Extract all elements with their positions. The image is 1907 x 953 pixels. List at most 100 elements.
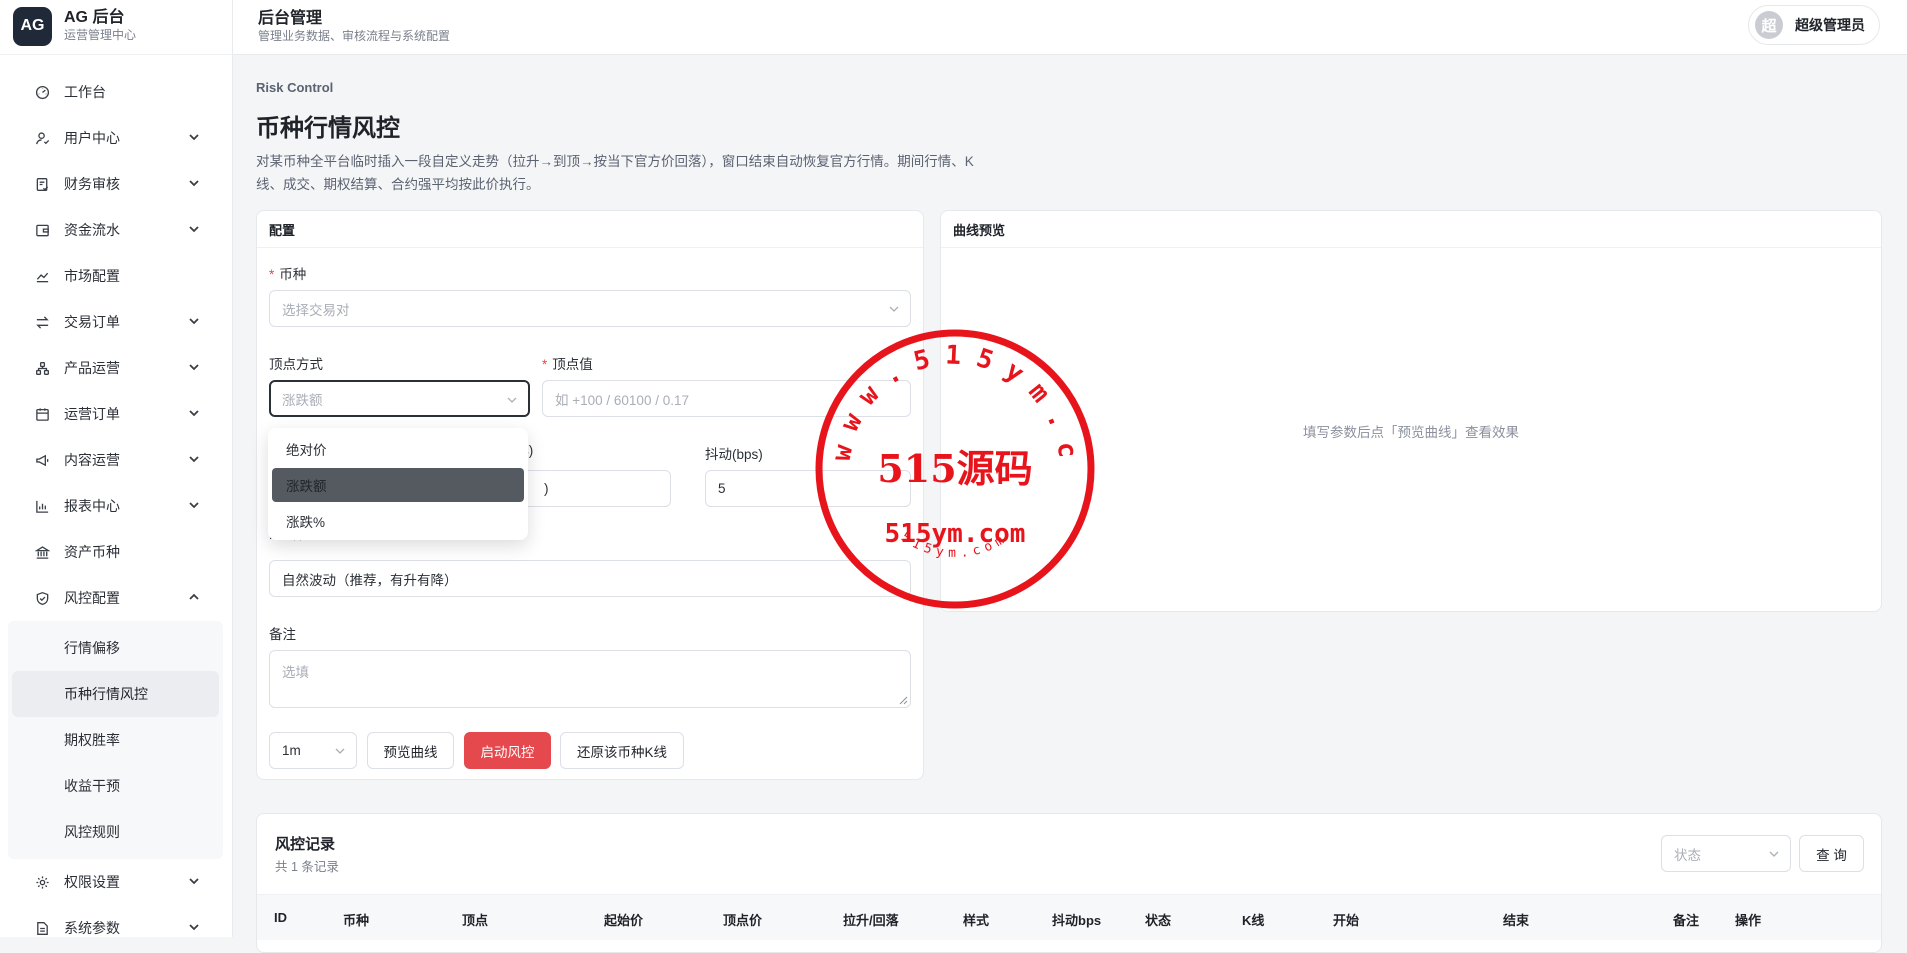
divider [0, 54, 233, 55]
sidebar-item-cash-flow[interactable]: 资金流水 [0, 207, 233, 253]
sidebar-item-label: 交易订单 [64, 314, 120, 330]
peak-mode-dropdown: 绝对价 涨跌额 涨跌% [268, 428, 528, 540]
header-title: 后台管理 [258, 10, 323, 27]
sidebar-item-market-config[interactable]: 市场配置 [0, 253, 233, 299]
sidebar-item-permissions[interactable]: 权限设置 [0, 859, 233, 905]
chevron-down-icon [889, 306, 899, 312]
sidebar-item-label: 资金流水 [64, 222, 120, 238]
sidebar-item-market-offset[interactable]: 行情偏移 [12, 625, 219, 671]
remark-label: 备注 [269, 627, 296, 642]
chevron-down-icon [1769, 851, 1779, 857]
sidebar-item-label: 报表中心 [64, 498, 120, 514]
sidebar-item-content-ops[interactable]: 内容运营 [0, 437, 233, 483]
peak-value-label: * 顶点值 [542, 357, 593, 372]
sidebar-item-system-params[interactable]: 系统参数 [0, 905, 233, 951]
records-title: 风控记录 [275, 836, 336, 853]
sidebar-item-reports[interactable]: 报表中心 [0, 483, 233, 529]
bar-chart-icon [34, 498, 50, 514]
config-card-title: 配置 [257, 211, 923, 248]
sidebar-item-label: 用户中心 [64, 130, 120, 146]
dropdown-option-change-amount[interactable]: 涨跌额 [272, 468, 524, 502]
dropdown-option-absolute[interactable]: 绝对价 [272, 432, 524, 466]
symbol-select[interactable]: 选择交易对 [269, 290, 911, 327]
chevron-down-icon [189, 226, 199, 233]
column-header[interactable]: ID [274, 910, 287, 925]
user-icon [34, 130, 50, 146]
sidebar-item-label: 市场配置 [64, 268, 120, 284]
sidebar-item-risk-rules[interactable]: 风控规则 [12, 809, 219, 855]
column-header[interactable]: 抖动bps [1052, 910, 1101, 929]
brand-title: AG 后台 [64, 9, 125, 26]
chevron-down-icon [335, 748, 345, 754]
sidebar-item-dashboard[interactable]: 工作台 [0, 69, 233, 115]
column-header[interactable]: 操作 [1735, 910, 1761, 929]
chevron-down-icon [507, 397, 517, 403]
chevron-down-icon [189, 180, 199, 187]
sidebar: AG AG 后台 运营管理中心 工作台 用户中心 财务审核 资金流水 市场配置 … [0, 0, 233, 937]
top-header: 后台管理 管理业务数据、审核流程与系统配置 超 超级管理员 [233, 0, 1907, 55]
peak-value-input[interactable]: 如 +100 / 60100 / 0.17 [542, 380, 911, 417]
peak-value-placeholder: 如 +100 / 60100 / 0.17 [555, 392, 689, 408]
sidebar-item-assets[interactable]: 资产币种 [0, 529, 233, 575]
brand[interactable]: AG AG 后台 运营管理中心 [13, 6, 136, 46]
status-filter-select[interactable]: 状态 [1661, 835, 1791, 872]
preview-curve-button[interactable]: 预览曲线 [367, 732, 454, 769]
table-header: ID 币种 顶点 起始价 顶点价 拉升/回落 样式 抖动bps 状态 K线 开始… [257, 894, 1881, 940]
sidebar-item-label: 风控配置 [64, 590, 120, 606]
peak-mode-label: 顶点方式 [269, 357, 323, 372]
risk-records-card: 风控记录 共 1 条记录 状态 查 询 ID 币种 顶点 起始价 顶点价 拉升/… [256, 813, 1882, 953]
line-chart-icon [34, 268, 50, 284]
sidebar-item-ops-orders[interactable]: 运营订单 [0, 391, 233, 437]
curve-preview-card: 曲线预览 填写参数后点「预览曲线」查看效果 [940, 210, 1882, 612]
column-header[interactable]: 开始 [1333, 910, 1359, 929]
sidebar-item-label: 工作台 [64, 84, 106, 100]
required-mark: * [542, 357, 548, 372]
chevron-down-icon [189, 878, 199, 885]
rise-duration-value: ) [544, 481, 549, 496]
chevron-down-icon [189, 410, 199, 417]
page-title: 币种行情风控 [256, 115, 400, 142]
start-risk-control-button[interactable]: 启动风控 [464, 732, 551, 769]
query-button[interactable]: 查 询 [1799, 835, 1864, 872]
column-header[interactable]: 拉升/回落 [843, 910, 899, 929]
resize-handle-icon[interactable] [899, 696, 908, 705]
sidebar-item-option-winrate[interactable]: 期权胜率 [12, 717, 219, 763]
column-header[interactable]: 结束 [1503, 910, 1529, 929]
chevron-down-icon [189, 134, 199, 141]
column-header[interactable]: 备注 [1673, 910, 1699, 929]
column-header[interactable]: 顶点 [462, 910, 488, 929]
page-description: 对某币种全平台临时插入一段自定义走势（拉升→到顶→按当下官方价回落），窗口结束自… [256, 154, 974, 192]
sidebar-item-trade-orders[interactable]: 交易订单 [0, 299, 233, 345]
column-header[interactable]: K线 [1242, 910, 1264, 929]
column-header[interactable]: 起始价 [604, 910, 643, 929]
interval-select[interactable]: 1m [269, 732, 357, 769]
dropdown-option-change-percent[interactable]: 涨跌% [272, 504, 524, 538]
chevron-up-icon [189, 593, 199, 600]
dashboard-icon [34, 84, 50, 100]
column-header[interactable]: 状态 [1145, 910, 1171, 929]
restore-kline-button[interactable]: 还原该币种K线 [560, 732, 684, 769]
sidebar-item-label: 资产币种 [64, 544, 120, 560]
jitter-input[interactable]: 5 [705, 470, 911, 507]
remark-textarea[interactable]: 选填 [269, 650, 911, 708]
sidebar-item-coin-risk-control[interactable]: 币种行情风控 [12, 671, 219, 717]
sidebar-item-profit-intervention[interactable]: 收益干预 [12, 763, 219, 809]
sidebar-item-users[interactable]: 用户中心 [0, 115, 233, 161]
sidebar-item-finance-audit[interactable]: 财务审核 [0, 161, 233, 207]
peak-mode-select[interactable]: 涨跌额 [269, 380, 530, 417]
user-menu[interactable]: 超 超级管理员 [1748, 5, 1880, 45]
calendar-icon [34, 406, 50, 422]
preview-empty-text: 填写参数后点「预览曲线」查看效果 [1303, 425, 1519, 440]
document-icon [34, 920, 50, 936]
column-header[interactable]: 样式 [963, 910, 989, 929]
remark-placeholder: 选填 [282, 665, 309, 680]
chevron-down-icon [189, 318, 199, 325]
brand-subtitle: 运营管理中心 [64, 28, 137, 42]
audit-icon [34, 176, 50, 192]
avatar: 超 [1755, 11, 1783, 39]
column-header[interactable]: 顶点价 [723, 910, 762, 929]
sidebar-item-risk-config[interactable]: 风控配置 [0, 575, 233, 621]
column-header[interactable]: 币种 [343, 910, 369, 929]
sidebar-item-product-ops[interactable]: 产品运营 [0, 345, 233, 391]
kline-style-select[interactable]: 自然波动（推荐，有升有降） [269, 560, 911, 597]
